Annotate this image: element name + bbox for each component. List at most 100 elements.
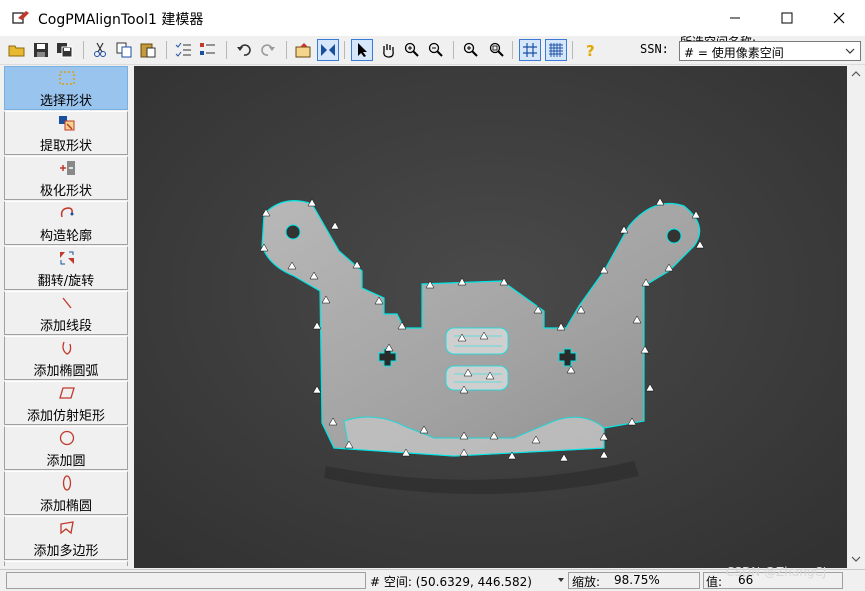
paste-icon: [140, 43, 156, 58]
toolbar-separator: [512, 41, 513, 59]
list-icon: [200, 43, 215, 55]
scroll-down-icon[interactable]: [851, 556, 861, 562]
toolbar-separator: [166, 41, 167, 59]
watermark: CSDN @ZhangCJ: [726, 565, 827, 579]
ssn-label: SSN:: [640, 42, 669, 56]
close-button[interactable]: [813, 0, 865, 36]
zoom-in-button[interactable]: [401, 39, 423, 61]
sidebar-item-label: 添加多边形: [33, 544, 99, 559]
ssn-dropdown-button[interactable]: [842, 43, 858, 59]
minimize-icon: [730, 17, 740, 19]
pan-button[interactable]: [377, 39, 399, 61]
sidebar-item-polarize-shape[interactable]: 极化形状: [4, 156, 128, 200]
zoom-label: 缩放:: [572, 575, 601, 589]
undo-button[interactable]: [233, 39, 255, 61]
construct-contour-icon: [60, 207, 74, 218]
sidebar-item-label: 添加仿射矩形: [26, 409, 105, 424]
list-button[interactable]: [197, 39, 219, 61]
fit-icon: [321, 44, 335, 56]
copy-button[interactable]: [113, 39, 135, 61]
chevron-down-icon[interactable]: [557, 577, 565, 583]
add-polygon-icon: [60, 521, 74, 535]
sidebar-item-add-polygon[interactable]: 添加多边形: [4, 516, 128, 560]
app-icon: [12, 11, 29, 24]
toolbar-separator: [83, 41, 84, 59]
zoom-region-icon: [489, 42, 504, 57]
part-image[interactable]: [134, 66, 847, 568]
zoom-in-alt-button[interactable]: [460, 39, 482, 61]
undo-icon: [237, 44, 251, 56]
flip-rotate-icon: [60, 251, 74, 265]
sidebar-item-construct-contour[interactable]: 构造轮廓: [4, 201, 128, 245]
fit-button[interactable]: [317, 39, 339, 61]
redo-button[interactable]: [257, 39, 279, 61]
sidebar-item-label: 构造轮廓: [39, 229, 92, 244]
check-list-icon: [175, 42, 191, 57]
pointer-icon: [358, 43, 367, 57]
sidebar-item-label: 翻转/旋转: [37, 274, 95, 289]
sidebar-item-flip-rotate[interactable]: 翻转/旋转: [4, 246, 128, 290]
sidebar-item-add-ellipse[interactable]: 添加椭圆: [4, 471, 128, 515]
ssn-select-value: # = 使用像素空间: [684, 46, 784, 60]
open-icon: [8, 45, 25, 57]
save-button[interactable]: [30, 39, 52, 61]
ssn-select[interactable]: # = 使用像素空间: [679, 41, 861, 61]
window-title: CogPMAlignTool1 建模器: [38, 12, 204, 28]
sidebar-item-label: 添加椭圆: [39, 499, 92, 514]
save-all-icon: [57, 43, 73, 58]
sidebar-item-more[interactable]: [4, 561, 128, 566]
pointer-button[interactable]: [351, 39, 373, 61]
sidebar-item-add-affine-rect[interactable]: 添加仿射矩形: [4, 381, 128, 425]
add-affine-rect-icon: [59, 387, 75, 399]
toolbar-separator: [226, 41, 227, 59]
scroll-up-icon[interactable]: [851, 71, 861, 77]
close-icon: [833, 12, 845, 24]
save-all-button[interactable]: [54, 39, 76, 61]
image-display[interactable]: [134, 66, 847, 568]
open-button[interactable]: [6, 39, 28, 61]
check-list-button[interactable]: [173, 39, 195, 61]
save-icon: [34, 43, 48, 57]
fine-grid-icon: [549, 43, 563, 57]
sidebar-item-label: 添加圆: [46, 454, 86, 469]
properties-icon: [295, 43, 311, 58]
zoom-out-button[interactable]: [425, 39, 447, 61]
pixel-value-label: 值:: [706, 575, 723, 589]
sidebar-item-add-circle[interactable]: 添加圆: [4, 426, 128, 470]
grid-button[interactable]: [519, 39, 541, 61]
add-ellipse-icon: [62, 475, 72, 491]
maximize-button[interactable]: [761, 0, 813, 36]
minimize-button[interactable]: [709, 0, 761, 36]
cut-icon: [94, 42, 106, 57]
sidebar-item-label: 添加椭圆弧: [33, 364, 99, 379]
zoom-out-icon: [428, 42, 443, 57]
vertical-scrollbar[interactable]: [847, 66, 865, 568]
status-coords: # 空间: (50.6329, 446.582): [370, 575, 532, 589]
add-ellipse-arc-icon: [62, 341, 72, 355]
sidebar-item-extract-shape[interactable]: 提取形状: [4, 111, 128, 155]
zoom-value: 98.75%: [614, 573, 660, 587]
sidebar-item-label: 选择形状: [39, 94, 92, 109]
sidebar-item-label: 添加线段: [39, 319, 92, 334]
pan-icon: [383, 44, 394, 58]
paste-button[interactable]: [137, 39, 159, 61]
sidebar-item-add-ellipse-arc[interactable]: 添加椭圆弧: [4, 336, 128, 380]
extract-shape-icon: [59, 116, 75, 131]
zoom-in-icon: [404, 42, 419, 57]
fine-grid-button[interactable]: [545, 39, 567, 61]
add-line-icon: [62, 297, 72, 309]
sidebar-item-select-shape[interactable]: 选择形状: [4, 66, 128, 110]
toolbar-separator: [344, 41, 345, 59]
select-shape-icon: [59, 71, 75, 85]
sidebar-item-label: 极化形状: [39, 184, 92, 199]
properties-button[interactable]: [293, 39, 315, 61]
add-circle-icon: [59, 430, 75, 446]
help-button[interactable]: ?: [579, 39, 601, 61]
zoom-region-button[interactable]: [486, 39, 508, 61]
toolbar-separator: [286, 41, 287, 59]
sidebar-item-add-line[interactable]: 添加线段: [4, 291, 128, 335]
toolbar-separator: [453, 41, 454, 59]
cut-button[interactable]: [89, 39, 111, 61]
grid-icon: [523, 43, 537, 57]
sidebar-item-label: 提取形状: [39, 139, 92, 154]
